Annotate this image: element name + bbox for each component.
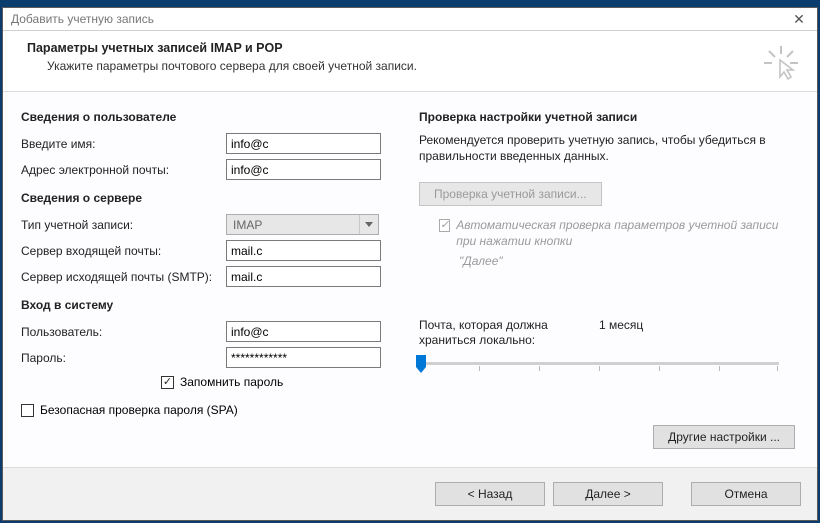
- header: Параметры учетных записей IMAP и POP Ука…: [3, 31, 817, 92]
- back-button[interactable]: < Назад: [435, 482, 545, 506]
- remember-password-label: Запомнить пароль: [180, 375, 283, 389]
- incoming-label: Сервер входящей почты:: [21, 244, 226, 258]
- check-account-button[interactable]: Проверка учетной записи...: [419, 182, 602, 206]
- right-column: Проверка настройки учетной записи Рекоме…: [409, 106, 799, 467]
- next-button[interactable]: Далее >: [553, 482, 663, 506]
- user-label: Пользователь:: [21, 325, 226, 339]
- slider-label: Почта, которая должна храниться локально…: [419, 318, 599, 349]
- name-input[interactable]: [226, 133, 381, 154]
- left-column: Сведения о пользователе Введите имя: Адр…: [21, 106, 409, 467]
- email-label: Адрес электронной почты:: [21, 163, 226, 177]
- remember-password-checkbox[interactable]: [161, 376, 174, 389]
- slider-value: 1 месяц: [599, 318, 643, 349]
- cancel-button[interactable]: Отмена: [691, 482, 801, 506]
- header-title: Параметры учетных записей IMAP и POP: [27, 41, 803, 55]
- cursor-click-icon: [763, 45, 799, 84]
- account-type-value: IMAP: [227, 218, 359, 232]
- incoming-input[interactable]: [226, 240, 381, 261]
- account-type-label: Тип учетной записи:: [21, 218, 226, 232]
- other-settings-button[interactable]: Другие настройки ...: [653, 425, 795, 449]
- slider-thumb[interactable]: [416, 355, 426, 373]
- dialog-window: Добавить учетную запись ✕ Параметры учет…: [2, 7, 818, 521]
- spa-label: Безопасная проверка пароля (SPA): [40, 403, 238, 417]
- server-section-title: Сведения о сервере: [21, 191, 409, 205]
- outgoing-label: Сервер исходящей почты (SMTP):: [21, 270, 226, 284]
- password-input[interactable]: [226, 347, 381, 368]
- spa-checkbox[interactable]: [21, 404, 34, 417]
- offline-mail-slider-group: Почта, которая должна храниться локально…: [419, 318, 799, 375]
- login-section-title: Вход в систему: [21, 298, 409, 312]
- account-type-select[interactable]: IMAP: [226, 214, 379, 235]
- outgoing-input[interactable]: [226, 266, 381, 287]
- slider-track[interactable]: [419, 355, 779, 375]
- recommendation-text: Рекомендуется проверить учетную запись, …: [419, 132, 799, 164]
- auto-check-next-text: "Далее": [459, 254, 799, 268]
- password-label: Пароль:: [21, 351, 226, 365]
- window-title: Добавить учетную запись: [11, 12, 154, 26]
- email-input[interactable]: [226, 159, 381, 180]
- body: Сведения о пользователе Введите имя: Адр…: [3, 92, 817, 467]
- user-input[interactable]: [226, 321, 381, 342]
- name-label: Введите имя:: [21, 137, 226, 151]
- titlebar: Добавить учетную запись ✕: [3, 8, 817, 31]
- check-section-title: Проверка настройки учетной записи: [419, 110, 799, 124]
- close-icon[interactable]: ✕: [785, 9, 813, 29]
- header-subtitle: Укажите параметры почтового сервера для …: [47, 59, 803, 73]
- chevron-down-icon: [359, 215, 378, 234]
- auto-check-label: Автоматическая проверка параметров учетн…: [456, 218, 799, 249]
- auto-check-checkbox: [439, 219, 450, 232]
- footer: < Назад Далее > Отмена: [3, 467, 817, 520]
- user-section-title: Сведения о пользователе: [21, 110, 409, 124]
